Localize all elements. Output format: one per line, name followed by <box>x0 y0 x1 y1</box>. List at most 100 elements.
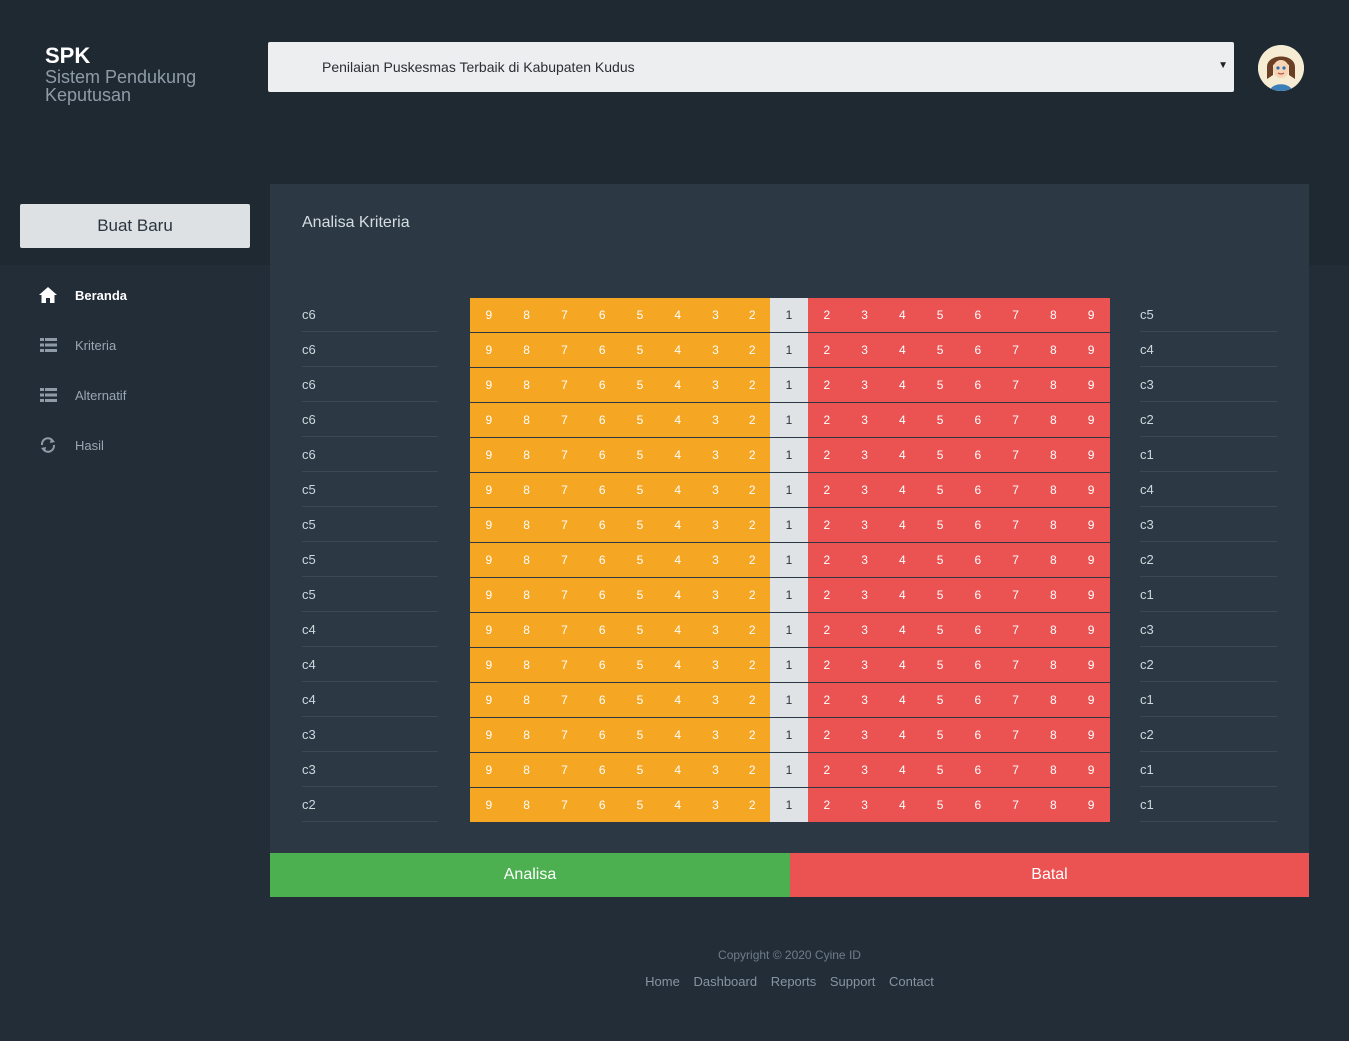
scale-option-right[interactable]: 8 <box>1034 438 1073 472</box>
scale-option-right[interactable]: 6 <box>958 403 997 437</box>
scale-option-left[interactable]: 6 <box>583 368 622 402</box>
scale-option-left[interactable]: 9 <box>470 683 508 717</box>
scale-option-left[interactable]: 2 <box>734 718 771 752</box>
scale-option-right[interactable]: 3 <box>845 788 884 822</box>
scale-option-right[interactable]: 8 <box>1034 473 1073 507</box>
scale-option-right[interactable]: 3 <box>845 718 884 752</box>
scale-option-right[interactable]: 9 <box>1072 438 1111 472</box>
scale-option-left[interactable]: 4 <box>658 718 697 752</box>
footer-link-dashboard[interactable]: Dashboard <box>693 974 757 989</box>
scale-option-left[interactable]: 9 <box>470 613 508 647</box>
scale-option-left[interactable]: 2 <box>734 578 771 612</box>
scale-option-right[interactable]: 4 <box>883 753 922 787</box>
scale-option-right[interactable]: 3 <box>845 648 884 682</box>
scale-option-left[interactable]: 8 <box>507 753 546 787</box>
scale-option-right[interactable]: 5 <box>921 613 959 647</box>
scale-option-right[interactable]: 2 <box>807 613 846 647</box>
scale-option-left[interactable]: 3 <box>696 578 735 612</box>
scale-option-right[interactable]: 9 <box>1072 403 1111 437</box>
scale-option-left[interactable]: 8 <box>507 403 546 437</box>
scale-option-right[interactable]: 2 <box>807 298 846 332</box>
scale-option-right[interactable]: 3 <box>845 473 884 507</box>
scale-option-right[interactable]: 7 <box>996 683 1035 717</box>
scale-option-right[interactable]: 4 <box>883 368 922 402</box>
scale-option-left[interactable]: 4 <box>658 403 697 437</box>
scale-option-right[interactable]: 6 <box>958 508 997 542</box>
scale-option-right[interactable]: 6 <box>958 438 997 472</box>
scale-option-left[interactable]: 7 <box>545 473 584 507</box>
scale-option-right[interactable]: 2 <box>807 473 846 507</box>
new-project-button[interactable]: Buat Baru <box>20 204 250 248</box>
scale-option-right[interactable]: 3 <box>845 438 884 472</box>
scale-option-right[interactable]: 9 <box>1072 368 1111 402</box>
scale-option-left[interactable]: 7 <box>545 508 584 542</box>
scale-option-right[interactable]: 2 <box>807 368 846 402</box>
scale-option-left[interactable]: 7 <box>545 613 584 647</box>
scale-option-equal[interactable]: 1 <box>770 368 808 402</box>
scale-option-left[interactable]: 2 <box>734 543 771 577</box>
scale-option-left[interactable]: 6 <box>583 333 622 367</box>
scale-option-right[interactable]: 9 <box>1072 753 1111 787</box>
scale-option-right[interactable]: 8 <box>1034 403 1073 437</box>
scale-option-right[interactable]: 3 <box>845 683 884 717</box>
footer-link-home[interactable]: Home <box>645 974 680 989</box>
scale-option-left[interactable]: 3 <box>696 368 735 402</box>
scale-option-left[interactable]: 5 <box>621 788 659 822</box>
scale-option-right[interactable]: 5 <box>921 438 959 472</box>
scale-option-right[interactable]: 2 <box>807 753 846 787</box>
scale-option-equal[interactable]: 1 <box>770 648 808 682</box>
scale-option-right[interactable]: 3 <box>845 333 884 367</box>
scale-option-left[interactable]: 8 <box>507 543 546 577</box>
scale-option-right[interactable]: 4 <box>883 718 922 752</box>
scale-option-left[interactable]: 7 <box>545 683 584 717</box>
scale-option-right[interactable]: 5 <box>921 333 959 367</box>
scale-option-right[interactable]: 3 <box>845 403 884 437</box>
scale-option-left[interactable]: 7 <box>545 648 584 682</box>
scale-option-left[interactable]: 6 <box>583 578 622 612</box>
scale-option-right[interactable]: 8 <box>1034 333 1073 367</box>
scale-option-left[interactable]: 5 <box>621 613 659 647</box>
sidebar-item-hasil[interactable]: Hasil <box>0 420 250 470</box>
scale-option-right[interactable]: 5 <box>921 648 959 682</box>
scale-option-left[interactable]: 8 <box>507 438 546 472</box>
scale-option-left[interactable]: 4 <box>658 333 697 367</box>
scale-option-left[interactable]: 2 <box>734 403 771 437</box>
scale-option-equal[interactable]: 1 <box>770 753 808 787</box>
scale-option-left[interactable]: 4 <box>658 753 697 787</box>
scale-option-right[interactable]: 5 <box>921 788 959 822</box>
scale-option-right[interactable]: 3 <box>845 298 884 332</box>
scale-option-left[interactable]: 6 <box>583 683 622 717</box>
scale-option-right[interactable]: 9 <box>1072 298 1111 332</box>
scale-option-left[interactable]: 9 <box>470 298 508 332</box>
scale-option-left[interactable]: 9 <box>470 543 508 577</box>
scale-option-right[interactable]: 4 <box>883 613 922 647</box>
scale-option-right[interactable]: 6 <box>958 543 997 577</box>
scale-option-left[interactable]: 3 <box>696 403 735 437</box>
scale-option-left[interactable]: 5 <box>621 368 659 402</box>
scale-option-right[interactable]: 7 <box>996 333 1035 367</box>
scale-option-right[interactable]: 8 <box>1034 753 1073 787</box>
scale-option-equal[interactable]: 1 <box>770 298 808 332</box>
scale-option-left[interactable]: 3 <box>696 683 735 717</box>
scale-option-left[interactable]: 9 <box>470 438 508 472</box>
scale-option-right[interactable]: 2 <box>807 648 846 682</box>
scale-option-left[interactable]: 8 <box>507 718 546 752</box>
scale-option-right[interactable]: 2 <box>807 683 846 717</box>
scale-option-left[interactable]: 8 <box>507 648 546 682</box>
scale-option-right[interactable]: 6 <box>958 718 997 752</box>
scale-option-right[interactable]: 2 <box>807 718 846 752</box>
scale-option-left[interactable]: 6 <box>583 298 622 332</box>
scale-option-right[interactable]: 4 <box>883 578 922 612</box>
scale-option-right[interactable]: 4 <box>883 403 922 437</box>
scale-option-right[interactable]: 7 <box>996 788 1035 822</box>
scale-option-left[interactable]: 2 <box>734 298 771 332</box>
scale-option-right[interactable]: 4 <box>883 683 922 717</box>
scale-option-right[interactable]: 5 <box>921 473 959 507</box>
footer-link-reports[interactable]: Reports <box>771 974 817 989</box>
scale-option-equal[interactable]: 1 <box>770 578 808 612</box>
scale-option-left[interactable]: 7 <box>545 333 584 367</box>
scale-option-left[interactable]: 8 <box>507 298 546 332</box>
scale-option-right[interactable]: 9 <box>1072 333 1111 367</box>
scale-option-right[interactable]: 8 <box>1034 543 1073 577</box>
scale-option-right[interactable]: 8 <box>1034 613 1073 647</box>
